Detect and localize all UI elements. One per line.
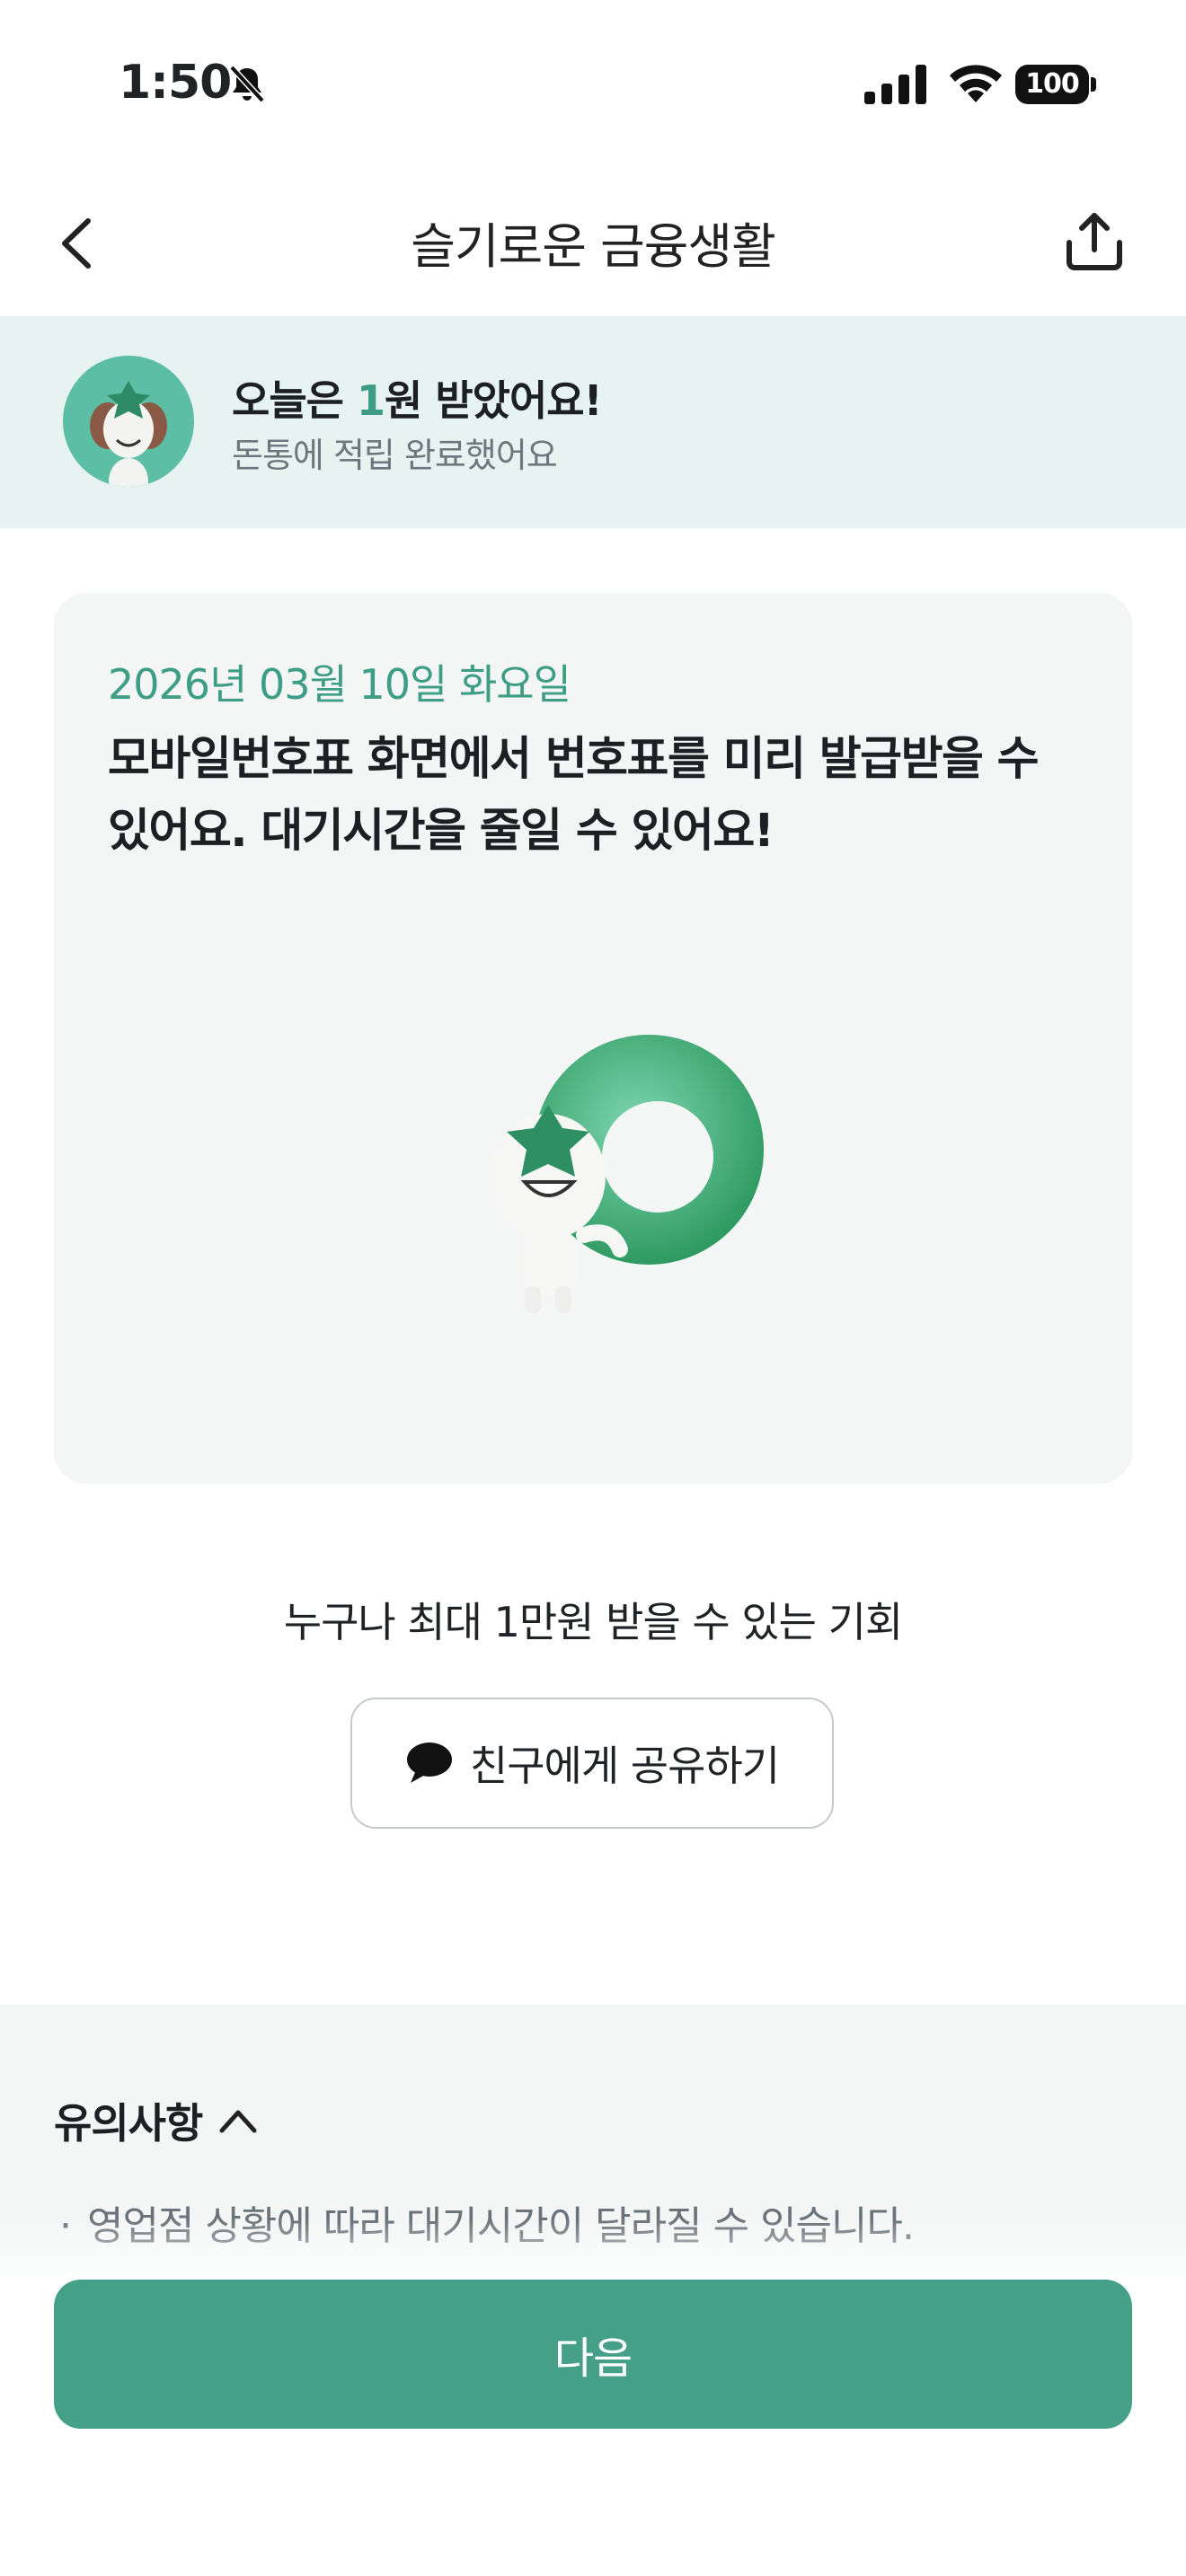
notice-title: 유의사항	[54, 2099, 203, 2148]
reward-title: 오늘은 1원 받았어요!	[232, 368, 603, 428]
reward-title-suffix: 원 받았어요!	[385, 376, 603, 425]
share-caption: 누구나 최대 1만원 받을 수 있는 기회	[283, 1598, 903, 1646]
bell-muted-icon	[229, 65, 265, 103]
status-bar: 1:50 100	[0, 0, 1186, 171]
notice-toggle[interactable]: 유의사항	[54, 2091, 258, 2150]
mascot-coin-ring-illustration	[491, 1035, 764, 1313]
signal-icon	[864, 65, 926, 104]
reward-subtitle: 돈통에 적립 완료했어요	[232, 436, 558, 475]
share-button-label: 친구에게 공유하기	[469, 1742, 780, 1790]
tip-card: 2026년 03월 10일 화요일 모바일번호표 화면에서 번호표를 미리 발급…	[54, 593, 1132, 1484]
mascot-avatar	[63, 356, 194, 487]
battery-level: 100	[1015, 65, 1089, 104]
speech-bubble-icon	[406, 1742, 452, 1783]
chevron-up-icon	[219, 2110, 257, 2133]
battery-tip	[1091, 77, 1096, 92]
wifi-icon	[950, 65, 1002, 102]
tip-date: 2026년 03월 10일 화요일	[108, 660, 571, 709]
nav-bar: 슬기로운 금융생활	[0, 171, 1186, 316]
page-title: 슬기로운 금융생활	[411, 218, 776, 275]
reward-amount: 1	[356, 376, 385, 425]
next-button[interactable]: 다음	[54, 2280, 1132, 2429]
reward-banner: 오늘은 1원 받았어요! 돈통에 적립 완료했어요	[0, 316, 1186, 528]
reward-title-prefix: 오늘은	[232, 376, 357, 425]
share-with-friends-button[interactable]: 친구에게 공유하기	[350, 1698, 834, 1829]
battery-indicator: 100	[1015, 65, 1098, 104]
tip-text: 모바일번호표 화면에서 번호표를 미리 발급받을 수 있어요. 대기시간을 줄일…	[108, 733, 1040, 858]
status-time: 1:50	[119, 56, 232, 110]
share-icon[interactable]	[1062, 208, 1127, 273]
